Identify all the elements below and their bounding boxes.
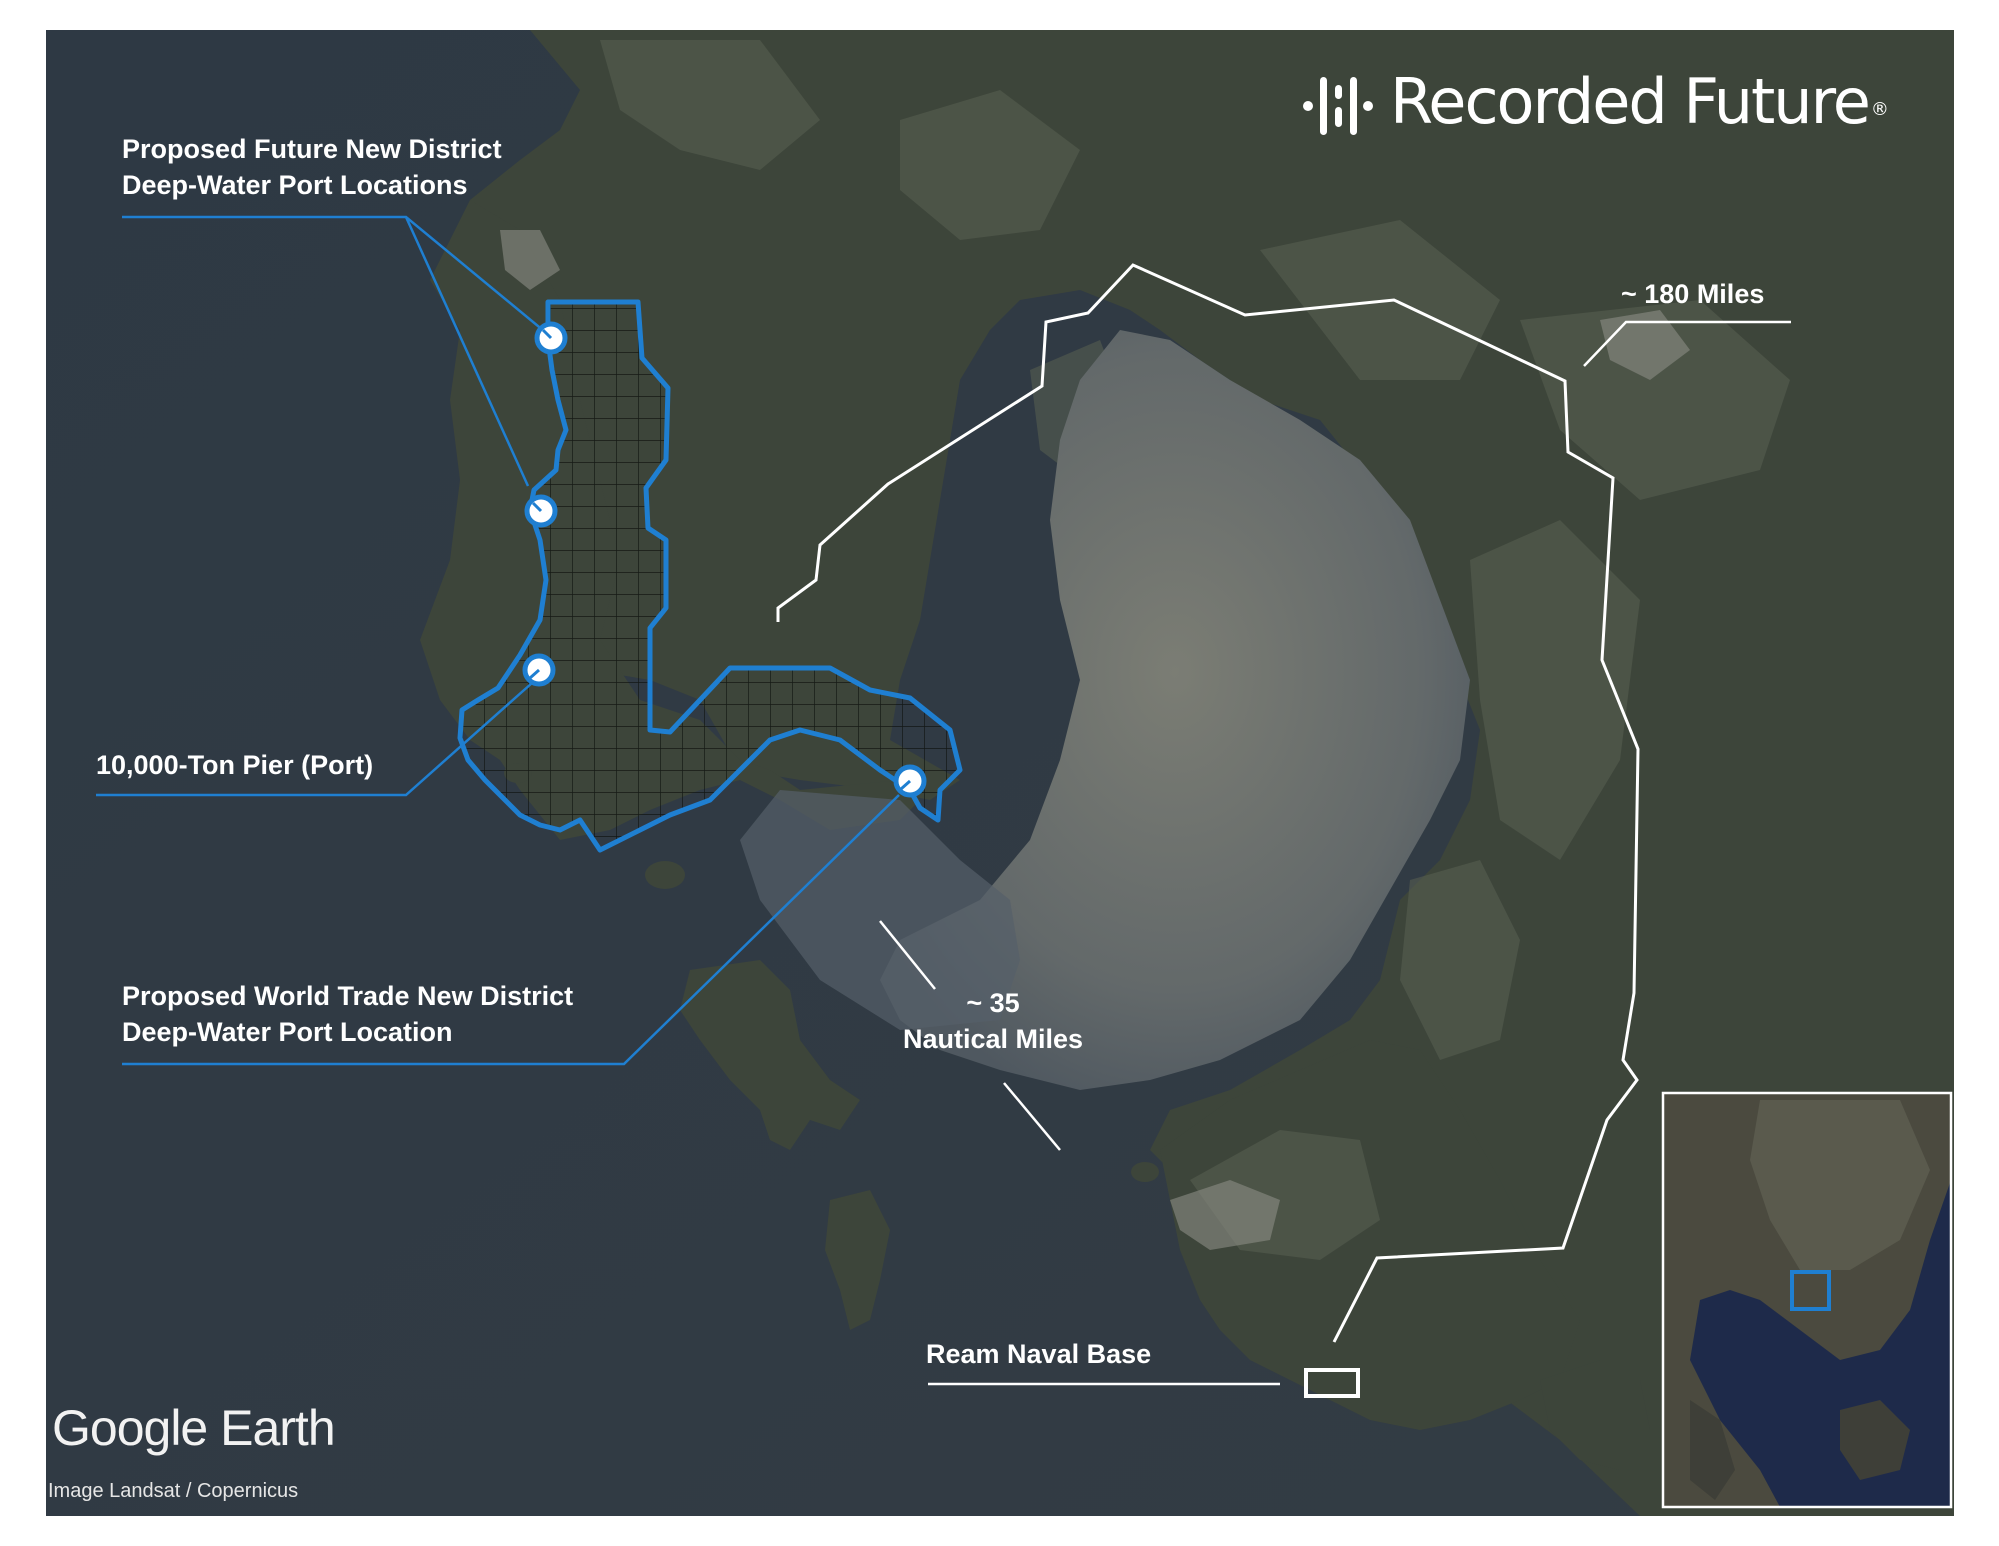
nautical-distance-label: ~ 35 Nautical Miles [888,985,1098,1057]
recorded-future-logo: Recorded Future ® [1302,62,1889,142]
world-trade-port-marker [893,764,927,798]
ream-naval-base-label: Ream Naval Base [926,1339,1152,1369]
nautical-distance-value: ~ 35 [966,988,1020,1018]
world-trade-label: Proposed World Trade New District Deep-W… [122,978,573,1050]
pier-location-marker [522,653,556,687]
brand-name: Recorded Future [1390,65,1871,138]
nautical-distance-unit: Nautical Miles [902,1024,1084,1054]
future-ports-label: Proposed Future New District Deep-Water … [122,131,502,203]
imagery-credit: Image Landsat / Copernicus [48,1480,299,1502]
port-location-2-marker [524,494,558,528]
future-ports-label-line2: Deep-Water Port Locations [122,170,468,200]
port-location-1-marker [534,321,568,355]
world-trade-label-line1: Proposed World Trade New District [122,981,574,1011]
registered-mark: ® [1870,99,1889,120]
google-earth-logo: Google Earth [52,1400,336,1456]
future-ports-label-line1: Proposed Future New District [122,134,502,164]
world-trade-label-line2: Deep-Water Port Location [122,1017,453,1047]
pier-label: 10,000-Ton Pier (Port) [96,750,374,780]
road-distance-label: ~ 180 Miles [1621,279,1765,309]
regional-inset-map [1661,1091,1953,1509]
recorded-future-mark-icon [1303,76,1373,135]
